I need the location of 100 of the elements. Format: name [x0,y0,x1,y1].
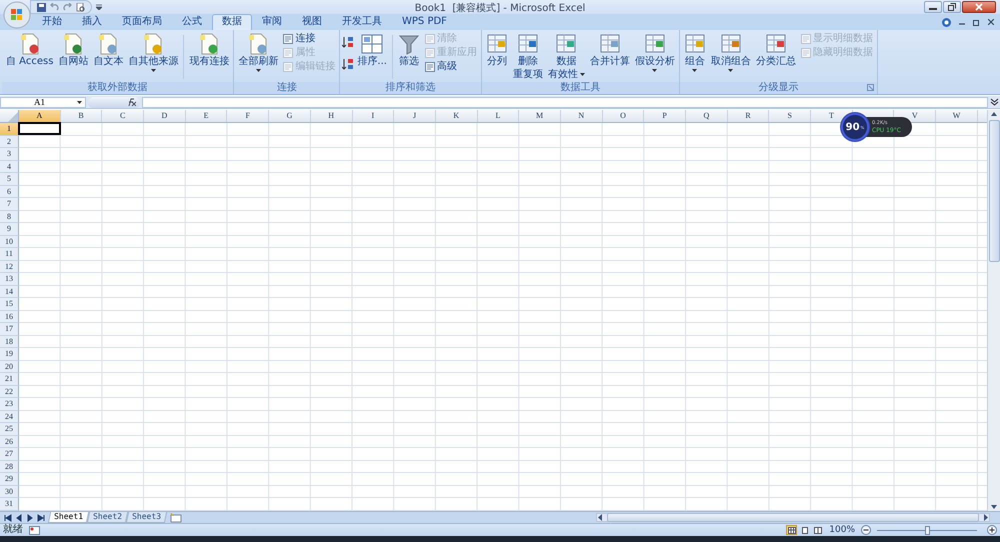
restore-button[interactable] [943,1,961,13]
column-header[interactable]: J [394,110,436,122]
help-icon[interactable] [942,18,951,26]
row-header[interactable]: 12 [0,260,19,273]
row-header[interactable]: 8 [0,210,19,223]
row-header[interactable]: 7 [0,198,19,210]
ribbon-button[interactable]: 合并计算 [588,32,632,68]
column-header[interactable]: A [19,110,61,122]
vertical-scrollbar[interactable] [987,110,1000,511]
formula-input[interactable] [142,96,988,108]
row-header[interactable]: 28 [0,460,19,473]
ribbon-button[interactable]: 删除 重复项 [510,32,545,81]
ribbon-tab[interactable]: 页面布局 [112,14,172,30]
normal-view-button[interactable] [786,525,798,535]
scroll-right-icon[interactable] [983,514,989,521]
sort-ascending-icon[interactable] [342,36,354,48]
print-preview-icon[interactable] [76,2,85,12]
ribbon-tab[interactable]: 开发工具 [332,14,392,30]
row-header[interactable]: 13 [0,273,19,286]
row-header[interactable]: 19 [0,348,19,360]
ribbon-button[interactable]: 自文本 [91,32,126,68]
ribbon-button[interactable]: 分类汇总 [754,32,798,68]
ribbon-tab[interactable]: 审阅 [252,14,292,30]
column-header[interactable]: D [144,110,186,122]
ribbon-button[interactable]: 自网站 [56,32,90,68]
ribbon-button[interactable]: 自其他来源 [126,32,180,73]
row-header[interactable]: 27 [0,448,19,460]
ribbon-button[interactable]: 连接 [281,33,338,45]
close-button[interactable] [962,1,996,13]
first-sheet-icon[interactable] [4,514,12,522]
row-header[interactable]: 31 [0,498,19,510]
row-header[interactable]: 9 [0,223,19,236]
selected-cell[interactable] [18,122,61,134]
sheet-tab[interactable]: Sheet2 [86,512,128,523]
sheet-tab[interactable]: Sheet1 [48,512,90,523]
ribbon-button[interactable]: 数据 有效性 [546,32,587,81]
ribbon-tab[interactable]: 开始 [32,14,72,30]
ribbon-button[interactable]: 假设分析 [632,32,677,73]
row-header[interactable]: 3 [0,148,19,160]
insert-function-icon[interactable] [126,98,136,106]
column-header[interactable]: I [352,110,394,122]
column-header[interactable]: Q [686,110,728,122]
row-header[interactable]: 4 [0,160,19,173]
customize-dropdown-icon[interactable] [96,4,102,10]
ribbon-button[interactable]: 自 Access [4,32,56,68]
column-header[interactable]: P [644,110,686,122]
ribbon-button[interactable]: 筛选 [396,32,422,68]
macro-record-icon[interactable] [29,526,40,534]
column-header[interactable]: O [602,110,644,122]
scroll-left-icon[interactable] [597,514,603,521]
row-header[interactable]: 30 [0,486,19,498]
row-header[interactable]: 15 [0,298,19,310]
row-header[interactable]: 14 [0,286,19,298]
row-header[interactable]: 24 [0,410,19,423]
ribbon-button[interactable]: 取消组合 [708,32,753,73]
row-header[interactable]: 6 [0,186,19,198]
column-header[interactable]: W [936,110,978,122]
column-header[interactable]: R [728,110,770,122]
row-header[interactable]: 22 [0,386,19,398]
row-header[interactable]: 21 [0,373,19,386]
ribbon-button[interactable]: 全部刷新 [236,32,280,73]
zoom-slider-thumb[interactable] [924,526,930,534]
column-header[interactable]: G [269,110,311,122]
sort-descending-icon[interactable] [342,58,354,70]
minimize-button[interactable] [924,1,942,13]
zoom-in-icon[interactable] [987,525,997,535]
page-break-view-button[interactable] [812,525,824,535]
column-header[interactable]: E [186,110,228,122]
row-header[interactable]: 2 [0,136,19,148]
save-icon[interactable] [37,2,46,12]
column-header[interactable]: F [227,110,270,122]
row-header[interactable]: 29 [0,473,19,486]
expand-icon[interactable] [990,97,999,107]
row-header[interactable]: 20 [0,360,19,373]
column-header[interactable]: C [102,110,144,122]
close-icon[interactable] [988,19,994,25]
ribbon-tab[interactable]: WPS PDF [392,14,457,30]
row-header[interactable]: 11 [0,248,19,260]
page-layout-view-button[interactable] [799,525,810,535]
ribbon-button[interactable]: 排序... [355,32,389,68]
row-header[interactable]: 16 [0,310,19,323]
column-header[interactable]: M [519,110,561,122]
ribbon-button[interactable]: 分列 [484,32,510,68]
row-header[interactable]: 23 [0,398,19,410]
ribbon-tab[interactable]: 数据 [212,14,252,30]
column-header[interactable]: L [478,110,520,122]
last-sheet-icon[interactable] [37,514,45,522]
ribbon-button[interactable]: 组合 [682,32,708,73]
row-header[interactable]: 25 [0,423,19,436]
column-header[interactable]: K [436,110,478,122]
row-header[interactable]: 10 [0,236,19,248]
column-header[interactable]: H [310,110,352,122]
column-header[interactable]: B [60,110,102,122]
name-box[interactable]: A1 [0,96,86,108]
restore-icon[interactable] [973,18,980,26]
zoom-slider[interactable] [877,526,977,534]
ribbon-button[interactable]: 高级 [422,61,479,73]
row-header[interactable]: 17 [0,323,19,336]
row-header[interactable]: 26 [0,436,19,448]
sheet-tab[interactable]: Sheet3 [126,512,167,523]
